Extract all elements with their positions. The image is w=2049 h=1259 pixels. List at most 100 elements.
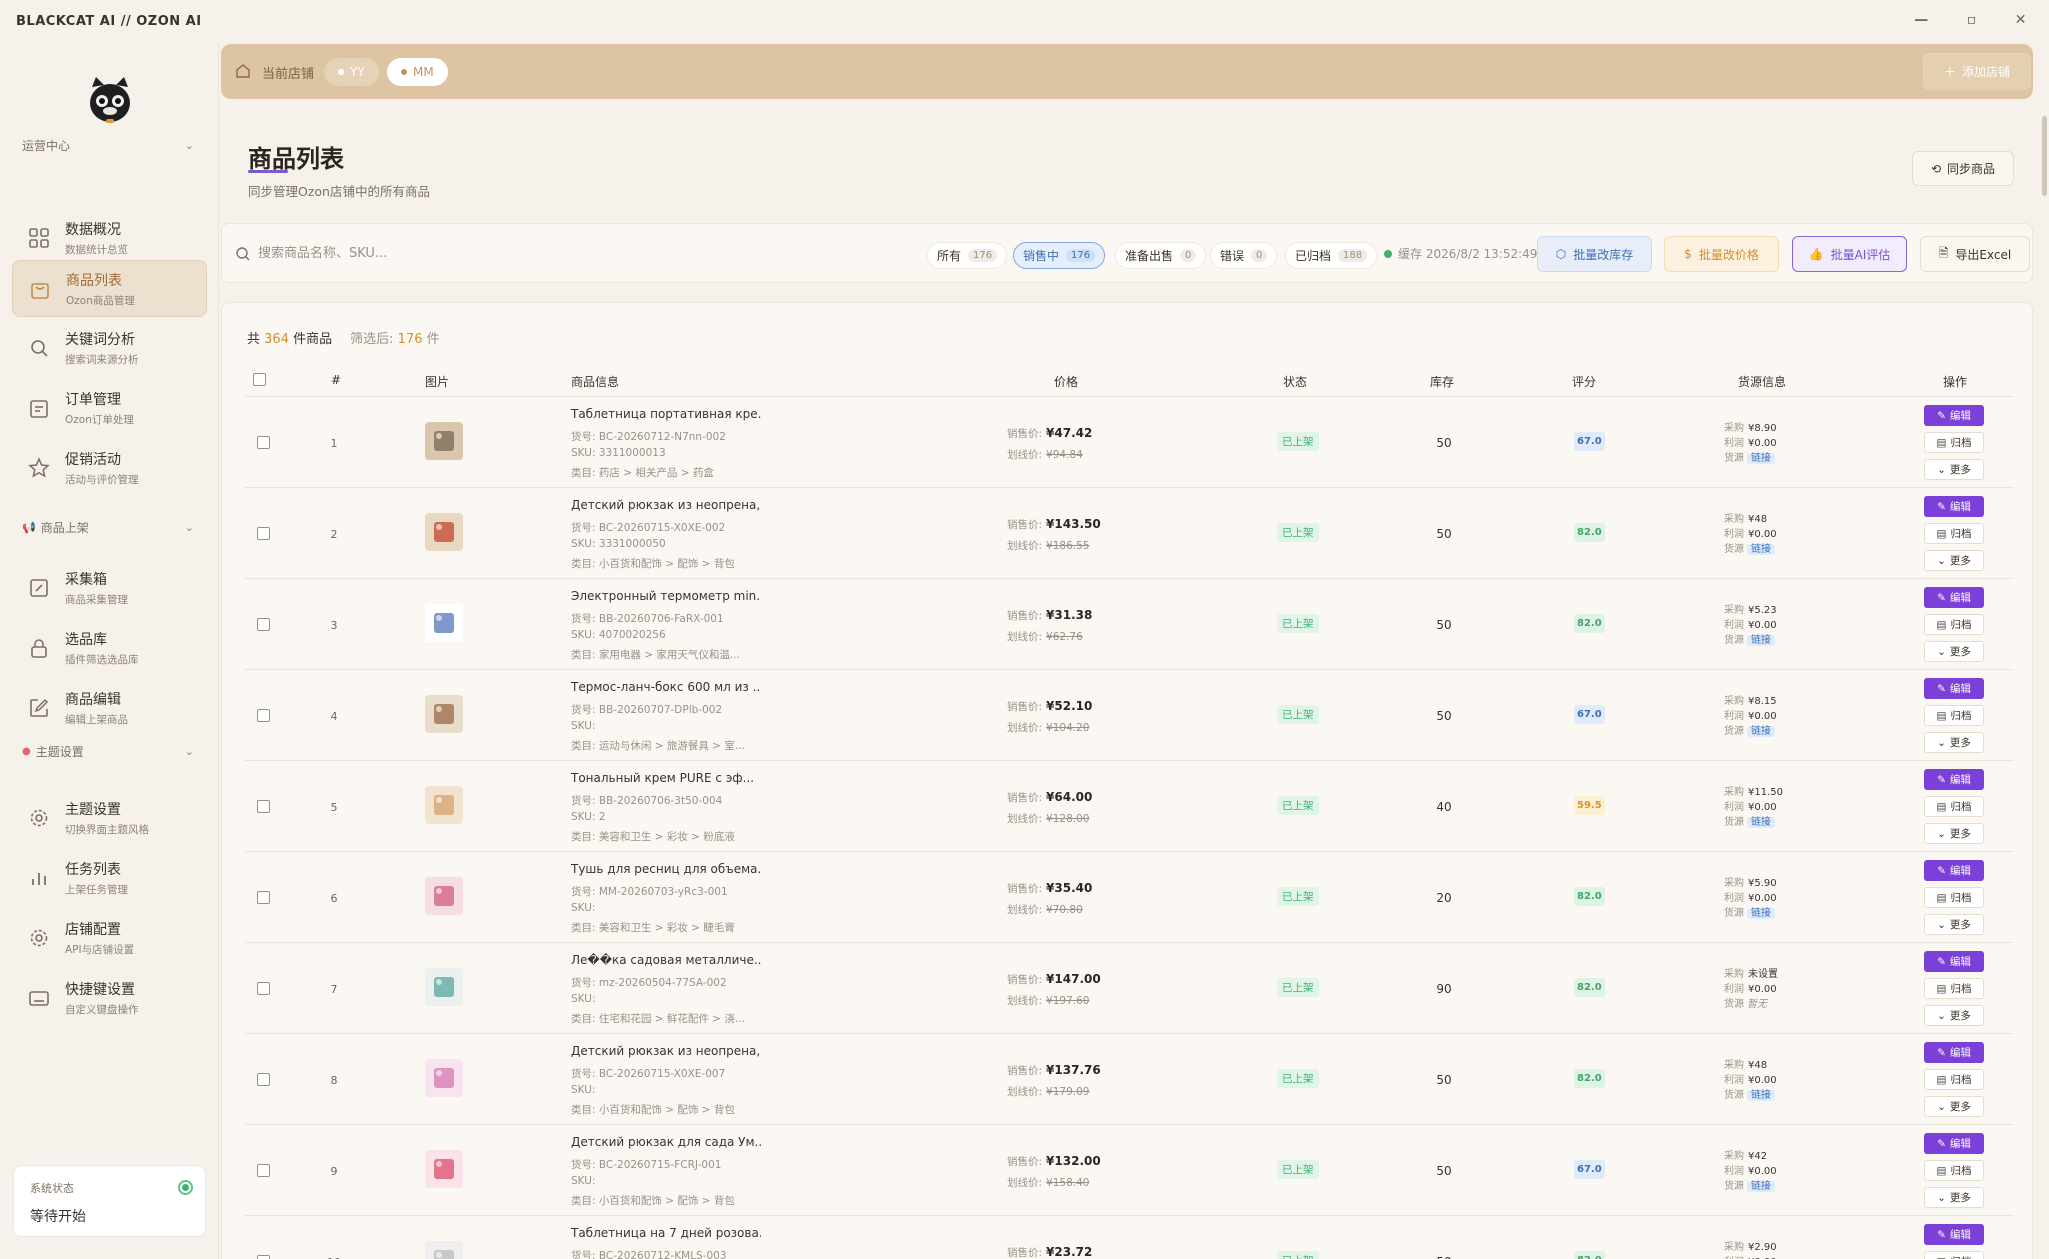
more-button[interactable]: ⌄ 更多 <box>1924 459 1984 480</box>
archive-button[interactable]: ▤归档 <box>1924 978 1984 999</box>
archive-button[interactable]: ▤归档 <box>1924 1251 1984 1259</box>
row-index: 5 <box>330 801 338 814</box>
product-name[interactable]: Ле��ка садовая металличе... <box>571 953 761 967</box>
row-checkbox[interactable] <box>257 800 270 813</box>
more-button[interactable]: ⌄ 更多 <box>1924 823 1984 844</box>
strike-price-value: ¥179.09 <box>1046 1086 1090 1098</box>
sidebar-item-selection-library[interactable]: 选品库 插件筛选选品库 <box>12 620 207 677</box>
edit-button[interactable]: ✎ 编辑 <box>1924 1042 1984 1063</box>
tab-archived[interactable]: 已归档 188 <box>1285 242 1378 269</box>
search-input[interactable] <box>258 238 738 268</box>
product-name[interactable]: Детский рюкзак из неопрена,... <box>571 1044 761 1058</box>
edit-button[interactable]: ✎ 编辑 <box>1924 496 1984 517</box>
minimize-button[interactable]: — <box>1914 12 1929 28</box>
source-link[interactable]: 链接 <box>1747 635 1775 646</box>
row-checkbox[interactable] <box>257 891 270 904</box>
close-button[interactable]: ✕ <box>2015 12 2027 28</box>
sidebar-item-shortcuts[interactable]: 快捷键设置 自定义键盘操作 <box>12 970 207 1027</box>
sidebar-item-task-list[interactable]: 任务列表 上架任务管理 <box>12 850 207 907</box>
product-name[interactable]: Детский рюкзак для сада Ум... <box>571 1135 761 1149</box>
sync-products-button[interactable]: ⟲ 同步商品 <box>1912 151 2014 186</box>
source-link[interactable]: 链接 <box>1747 453 1775 464</box>
source-link[interactable]: 链接 <box>1747 1090 1775 1101</box>
sidebar-item-collect-box[interactable]: 采集箱 商品采集管理 <box>12 560 207 617</box>
edit-button[interactable]: ✎ 编辑 <box>1924 1133 1984 1154</box>
edit-button[interactable]: ✎ 编辑 <box>1924 587 1984 608</box>
row-checkbox[interactable] <box>257 709 270 722</box>
archive-button[interactable]: ▤归档 <box>1924 705 1984 726</box>
source-link[interactable]: 链接 <box>1747 1181 1775 1192</box>
more-button[interactable]: ⌄ 更多 <box>1924 550 1984 571</box>
sidebar-item-overview[interactable]: 数据概况 数据统计总览 <box>12 210 207 267</box>
product-code: 货号: BC-20260712-KMLS-003 <box>571 1250 727 1259</box>
bulk-price-button[interactable]: $ 批量改价格 <box>1664 236 1779 272</box>
section-theme[interactable]: ● 主题设置 ⌄ <box>22 743 194 760</box>
stock-value: 50 <box>1436 618 1452 632</box>
edit-button[interactable]: ✎ 编辑 <box>1924 678 1984 699</box>
more-button[interactable]: ⌄ 更多 <box>1924 641 1984 662</box>
sidebar-item-orders[interactable]: 订单管理 Ozon订单处理 <box>12 380 207 437</box>
add-store-button[interactable]: ＋ 添加店铺 <box>1923 53 2031 90</box>
archive-button[interactable]: ▤归档 <box>1924 432 1984 453</box>
source-link[interactable]: 链接 <box>1747 908 1775 919</box>
archive-button[interactable]: ▤归档 <box>1924 1069 1984 1090</box>
more-button[interactable]: ⌄ 更多 <box>1924 732 1984 753</box>
source-link[interactable]: 链接 <box>1747 544 1775 555</box>
store-chip-yy[interactable]: YY <box>324 58 379 86</box>
more-button[interactable]: ⌄ 更多 <box>1924 1096 1984 1117</box>
product-name[interactable]: Таблетница портативная кре... <box>571 407 761 421</box>
sidebar-item-keywords[interactable]: 关键词分析 搜索词来源分析 <box>12 320 207 377</box>
more-button[interactable]: ⌄ 更多 <box>1924 914 1984 935</box>
sku-text: SKU: 3311000013 <box>571 447 666 459</box>
sidebar-item-sublabel: 数据统计总览 <box>65 244 128 256</box>
maximize-button[interactable]: ▫ <box>1967 12 1977 28</box>
tab-on-sale[interactable]: 销售中 176 <box>1013 242 1106 269</box>
section-operations[interactable]: 运营中心 ⌄ <box>22 137 194 154</box>
edit-button[interactable]: ✎ 编辑 <box>1924 860 1984 881</box>
row-checkbox[interactable] <box>257 436 270 449</box>
archive-button[interactable]: ▤归档 <box>1924 614 1984 635</box>
sidebar-item-promotions[interactable]: 促销活动 活动与评价管理 <box>12 440 207 497</box>
row-checkbox[interactable] <box>257 1255 270 1259</box>
archive-button[interactable]: ▤归档 <box>1924 796 1984 817</box>
sidebar-item-label: 店铺配置 <box>65 922 121 938</box>
bulk-stock-button[interactable]: ⬡ 批量改库存 <box>1537 236 1652 272</box>
tab-error[interactable]: 错误 0 <box>1210 242 1278 269</box>
product-name[interactable]: Детский рюкзак из неопрена,... <box>571 498 761 512</box>
select-all-checkbox[interactable] <box>253 373 266 386</box>
product-name[interactable]: Электронный термометр min... <box>571 589 761 603</box>
page-scrollbar[interactable] <box>2042 116 2047 196</box>
row-checkbox[interactable] <box>257 1073 270 1086</box>
sidebar-item-products[interactable]: 商品列表 Ozon商品管理 <box>12 260 207 317</box>
row-checkbox[interactable] <box>257 1164 270 1177</box>
source-link[interactable]: 链接 <box>1747 726 1775 737</box>
more-button[interactable]: ⌄ 更多 <box>1924 1187 1984 1208</box>
section-listing[interactable]: 📢 商品上架 ⌄ <box>22 519 194 536</box>
edit-button[interactable]: ✎ 编辑 <box>1924 769 1984 790</box>
sidebar-item-product-edit[interactable]: 商品编辑 编辑上架商品 <box>12 680 207 737</box>
more-label: 更多 <box>1949 646 1971 658</box>
row-checkbox[interactable] <box>257 527 270 540</box>
edit-button[interactable]: ✎ 编辑 <box>1924 405 1984 426</box>
archive-button[interactable]: ▤归档 <box>1924 523 1984 544</box>
sidebar-item-theme-settings[interactable]: 主题设置 切换界面主题风格 <box>12 790 207 847</box>
source-link[interactable]: 链接 <box>1747 817 1775 828</box>
row-checkbox[interactable] <box>257 982 270 995</box>
product-name[interactable]: Тональный крем PURE с эф... <box>571 771 761 785</box>
sale-price: 销售价: ¥47.42 <box>1007 426 1132 441</box>
row-checkbox[interactable] <box>257 618 270 631</box>
export-excel-button[interactable]: 🗎 导出Excel <box>1920 236 2030 272</box>
product-name[interactable]: Таблетница на 7 дней розова... <box>571 1226 761 1240</box>
more-button[interactable]: ⌄ 更多 <box>1924 1005 1984 1026</box>
archive-button[interactable]: ▤归档 <box>1924 1160 1984 1181</box>
tab-ready[interactable]: 准备出售 0 <box>1115 242 1207 269</box>
tab-all[interactable]: 所有 176 <box>927 242 1008 269</box>
product-name[interactable]: Термос-ланч-бокс 600 мл из ... <box>571 680 761 694</box>
store-chip-mm[interactable]: MM <box>387 58 448 86</box>
archive-button[interactable]: ▤归档 <box>1924 887 1984 908</box>
edit-button[interactable]: ✎ 编辑 <box>1924 951 1984 972</box>
sidebar-item-store-config[interactable]: 店铺配置 API与店铺设置 <box>12 910 207 967</box>
product-name[interactable]: Тушь для ресниц для объема... <box>571 862 761 876</box>
bulk-ai-eval-button[interactable]: 👍 批量AI评估 <box>1792 236 1907 272</box>
edit-button[interactable]: ✎ 编辑 <box>1924 1224 1984 1245</box>
